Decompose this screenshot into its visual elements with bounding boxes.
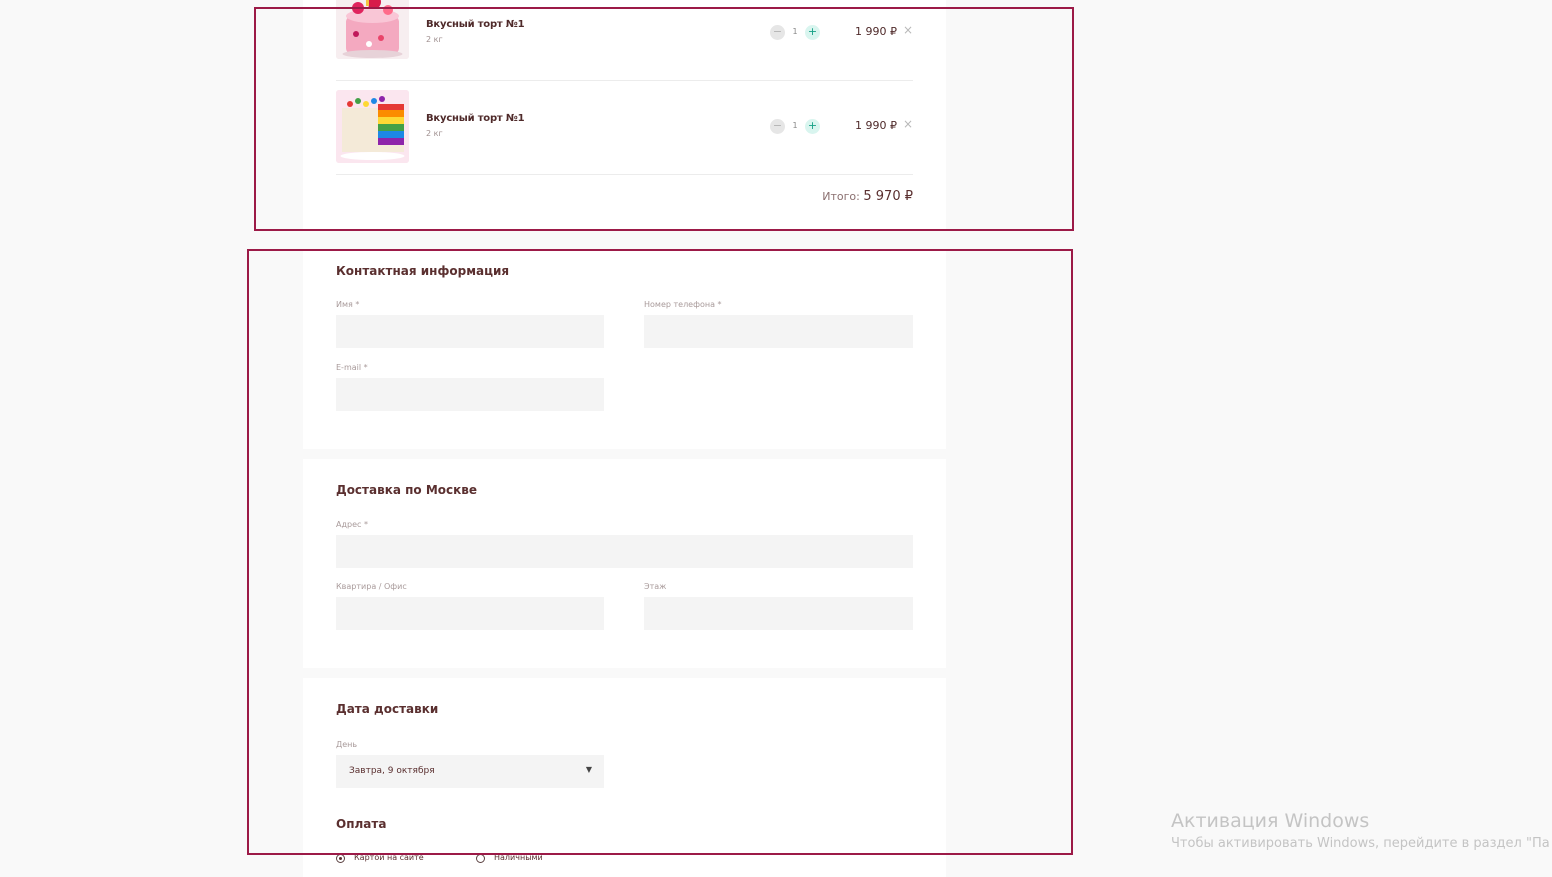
quantity-value: 1 [792,121,798,130]
remove-item-icon[interactable]: × [903,23,913,37]
apartment-input[interactable] [336,597,604,630]
day-select-value: Завтра, 9 октября [349,766,435,776]
phone-label: Номер телефона * [644,300,722,309]
cart-panel: Вкусный торт №1 2 кг − 1 + 1 990 ₽ × Вку… [303,0,946,230]
item-name[interactable]: Вкусный торт №1 [426,113,525,124]
cart-total-label: Итого: [822,190,860,203]
windows-activation-text: Чтобы активировать Windows, перейдите в … [1171,836,1550,851]
day-label: День [336,740,358,749]
quantity-decrease-button[interactable]: − [770,119,785,134]
address-input[interactable] [336,535,913,568]
floor-input[interactable] [644,597,913,630]
cart-item: Вкусный торт №1 2 кг − 1 + 1 990 ₽ × [336,0,913,81]
cart-total-value: 5 970 ₽ [863,189,913,204]
delivery-date-title: Дата доставки [336,702,439,716]
remove-item-icon[interactable]: × [903,117,913,131]
windows-activation-title: Активация Windows [1171,810,1370,832]
phone-input[interactable] [644,315,913,348]
quantity-increase-button[interactable]: + [805,119,820,134]
quantity-value: 1 [792,27,798,36]
item-weight: 2 кг [426,129,443,138]
cart-total: Итого: 5 970 ₽ [822,189,913,204]
day-select[interactable]: Завтра, 9 октября ▼ [336,755,604,788]
delivery-date-panel: Дата доставки День Завтра, 9 октября ▼ О… [303,678,946,877]
email-label: E-mail * [336,363,368,372]
payment-title: Оплата [336,817,387,831]
delivery-title: Доставка по Москве [336,483,477,497]
payment-cash-label[interactable]: Наличными [494,853,543,862]
cart-item: Вкусный торт №1 2 кг − 1 + 1 990 ₽ × [336,80,913,175]
name-label: Имя * [336,300,360,309]
address-label: Адрес * [336,520,368,529]
floor-label: Этаж [644,582,667,591]
item-name[interactable]: Вкусный торт №1 [426,19,525,30]
cake-image-2[interactable] [336,90,409,163]
apartment-label: Квартира / Офис [336,582,407,591]
quantity-increase-button[interactable]: + [805,25,820,40]
cake-image-1[interactable] [336,0,409,59]
contact-info-panel: Контактная информация Имя * Номер телефо… [303,250,946,449]
item-weight: 2 кг [426,35,443,44]
contact-info-title: Контактная информация [336,264,510,278]
dropdown-arrow-icon: ▼ [585,765,592,774]
item-price: 1 990 ₽ [855,25,897,38]
payment-cash-radio[interactable] [476,854,485,863]
payment-card-radio[interactable] [336,854,345,863]
quantity-decrease-button[interactable]: − [770,25,785,40]
delivery-panel: Доставка по Москве Адрес * Квартира / Оф… [303,459,946,668]
email-input[interactable] [336,378,604,411]
name-input[interactable] [336,315,604,348]
item-price: 1 990 ₽ [855,119,897,132]
payment-card-label[interactable]: Картой на сайте [354,853,424,862]
